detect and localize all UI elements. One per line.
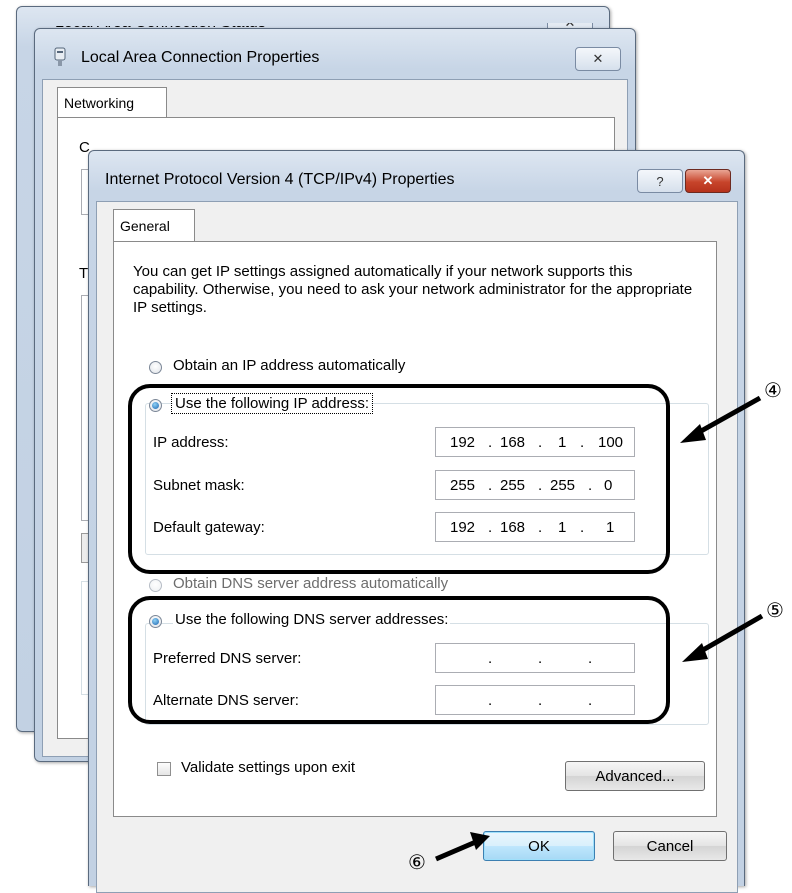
items-label: T — [79, 265, 89, 282]
dns-auto-label[interactable]: Obtain DNS server address automatically — [173, 575, 448, 592]
dns-settings-highlight — [128, 596, 670, 724]
validate-label[interactable]: Validate settings upon exit — [181, 759, 355, 776]
step5-marker: ⑤ — [766, 598, 784, 622]
help-button[interactable]: ? — [637, 169, 683, 193]
validate-checkbox[interactable] — [157, 762, 171, 776]
ok-button[interactable]: OK — [483, 831, 595, 861]
advanced-button[interactable]: Advanced... — [565, 761, 705, 791]
description-text: You can get IP settings assigned automat… — [133, 263, 693, 316]
ip-auto-radio[interactable] — [149, 361, 162, 374]
ipv4-dialog-title: Internet Protocol Version 4 (TCP/IPv4) P… — [105, 171, 455, 188]
step4-marker: ④ — [764, 378, 782, 402]
step6-marker: ⑥ — [408, 850, 426, 874]
properties-window-title: Local Area Connection Properties — [81, 49, 320, 66]
cancel-button[interactable]: Cancel — [613, 831, 727, 861]
close-icon: ✕ — [702, 173, 714, 188]
ip-settings-highlight — [128, 384, 670, 574]
close-icon: ✕ — [592, 51, 604, 66]
tab-general[interactable]: General — [113, 209, 195, 241]
properties-window-close-button[interactable]: ✕ — [575, 47, 621, 71]
tab-networking[interactable]: Networking — [57, 87, 167, 117]
help-icon: ? — [656, 173, 664, 189]
dns-auto-radio[interactable] — [149, 579, 162, 592]
dialog-close-button[interactable]: ✕ — [685, 169, 731, 193]
ip-auto-label[interactable]: Obtain an IP address automatically — [173, 357, 405, 374]
network-adapter-icon — [53, 47, 67, 70]
